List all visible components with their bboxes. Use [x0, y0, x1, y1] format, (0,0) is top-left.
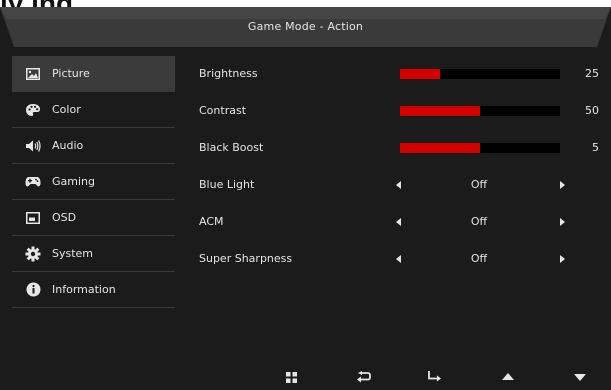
blue-light-label: Blue Light: [199, 178, 255, 191]
down-icon[interactable]: [572, 370, 588, 384]
contrast-row[interactable]: Contrast 50: [199, 93, 599, 129]
acm-label: ACM: [199, 215, 224, 228]
brightness-slider-fill: [400, 69, 440, 79]
black-boost-slider-fill: [400, 143, 480, 153]
sidebar-item-system[interactable]: System: [12, 236, 175, 272]
contrast-slider[interactable]: [400, 106, 560, 116]
super-sharpness-row[interactable]: Super Sharpness Off: [199, 241, 599, 277]
blue-light-prev-arrow-icon[interactable]: [396, 181, 401, 189]
sidebar-item-audio[interactable]: Audio: [12, 128, 175, 164]
blue-light-next-arrow-icon[interactable]: [560, 181, 565, 189]
sidebar-item-gaming[interactable]: Gaming: [12, 164, 175, 200]
sidebar-item-picture[interactable]: Picture: [12, 56, 175, 92]
brightness-row[interactable]: Brightness 25: [199, 56, 599, 92]
sidebar-item-label: Color: [52, 103, 81, 116]
black-boost-row[interactable]: Black Boost 5: [199, 130, 599, 166]
palette-icon: [25, 102, 41, 118]
speaker-icon: [25, 138, 41, 154]
title-bar: Game Mode - Action: [0, 7, 611, 47]
black-boost-slider[interactable]: [400, 143, 560, 153]
super-sharpness-next-arrow-icon[interactable]: [560, 255, 565, 263]
contrast-slider-fill: [400, 106, 480, 116]
sidebar-item-label: OSD: [52, 211, 77, 224]
picture-icon: [25, 66, 41, 82]
contrast-value: 50: [585, 104, 599, 117]
acm-value: Off: [470, 215, 488, 228]
blue-light-value: Off: [470, 178, 488, 191]
osd-menu: Game Mode - Action Picture Color Audio G…: [0, 7, 611, 390]
footer-controls: [0, 362, 611, 390]
up-icon[interactable]: [500, 370, 516, 384]
sidebar-item-label: Information: [52, 283, 116, 296]
gear-icon: [25, 246, 41, 262]
blue-light-row[interactable]: Blue Light Off: [199, 167, 599, 203]
acm-row[interactable]: ACM Off: [199, 204, 599, 240]
sidebar-item-information[interactable]: Information: [12, 272, 175, 308]
contrast-label: Contrast: [199, 104, 247, 117]
sidebar-item-label: System: [52, 247, 94, 260]
black-boost-label: Black Boost: [199, 141, 264, 154]
mode-title: Game Mode - Action: [247, 20, 364, 33]
sidebar-item-label: Gaming: [52, 175, 95, 188]
brightness-label: Brightness: [199, 67, 258, 80]
sidebar-item-label: Audio: [52, 139, 84, 152]
sidebar: Picture Color Audio Gaming OSD System In…: [12, 56, 175, 308]
sidebar-item-label: Picture: [52, 67, 90, 80]
back-icon[interactable]: [356, 370, 372, 384]
info-icon: [25, 282, 41, 298]
brightness-value: 25: [585, 67, 599, 80]
acm-prev-arrow-icon[interactable]: [396, 218, 401, 226]
sidebar-item-osd[interactable]: OSD: [12, 200, 175, 236]
acm-next-arrow-icon[interactable]: [560, 218, 565, 226]
super-sharpness-value: Off: [470, 252, 488, 265]
black-boost-value: 5: [592, 141, 599, 154]
super-sharpness-label: Super Sharpness: [199, 252, 293, 265]
gamepad-icon: [25, 174, 41, 190]
menu-grid-icon[interactable]: [283, 370, 299, 384]
brightness-slider[interactable]: [400, 69, 560, 79]
super-sharpness-prev-arrow-icon[interactable]: [396, 255, 401, 263]
enter-icon[interactable]: [426, 370, 442, 384]
sidebar-item-color[interactable]: Color: [12, 92, 175, 128]
osd-window-icon: [25, 210, 41, 226]
